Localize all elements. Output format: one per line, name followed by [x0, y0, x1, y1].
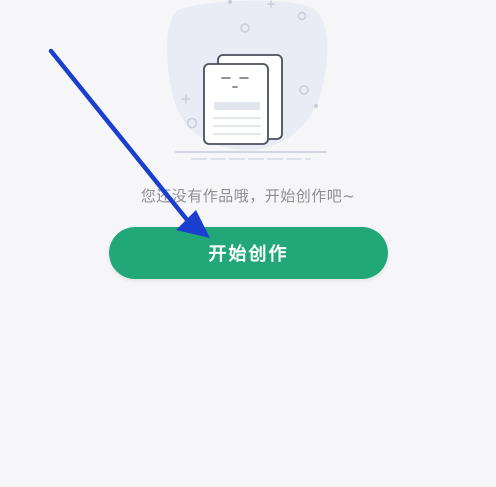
start-creating-button[interactable]: 开始创作	[109, 227, 388, 279]
empty-works-screen: 您还没有作品哦，开始创作吧~ 开始创作	[0, 0, 496, 487]
empty-documents-icon	[160, 0, 340, 175]
empty-state-message: 您还没有作品哦，开始创作吧~	[140, 187, 356, 205]
